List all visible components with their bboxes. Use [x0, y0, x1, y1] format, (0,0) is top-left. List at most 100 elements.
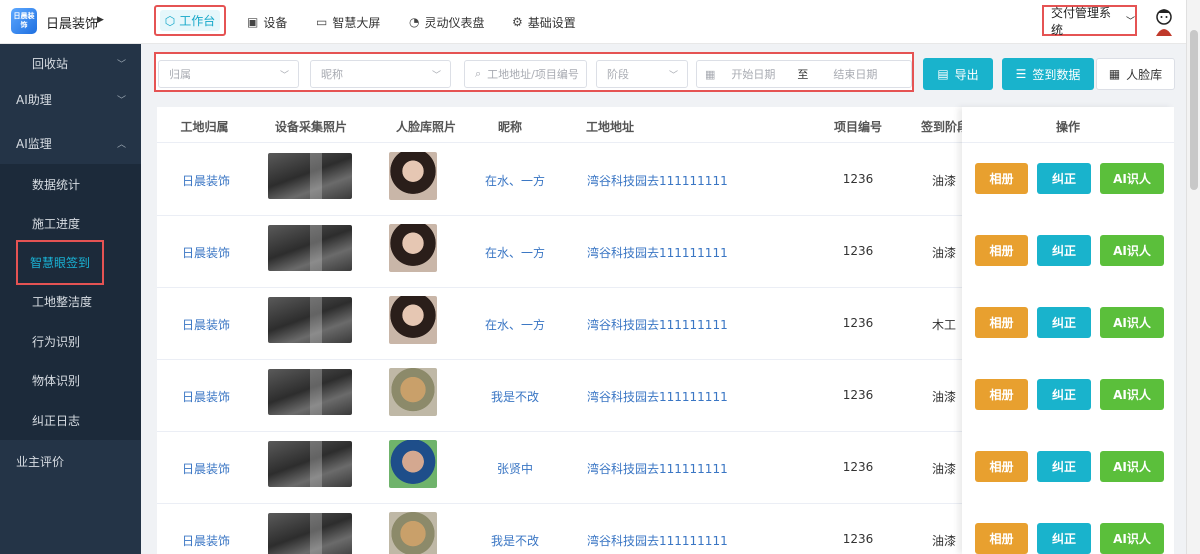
tab-workbench[interactable]: ⬡ 工作台	[160, 10, 220, 31]
cell-address[interactable]: 湾谷科技园去111111111	[587, 460, 728, 477]
album-button[interactable]: 相册	[975, 163, 1028, 194]
sidebar-item-smart-eye-checkin[interactable]: 智慧眼签到	[16, 240, 104, 285]
sidebar-item-label: 工地整洁度	[32, 294, 93, 309]
export-label: 导出	[954, 67, 979, 82]
album-button[interactable]: 相册	[975, 307, 1028, 338]
album-button[interactable]: 相册	[975, 523, 1028, 554]
checkin-data-button[interactable]: ☰ 签到数据	[1002, 58, 1094, 90]
nickname-placeholder: 昵称	[321, 68, 343, 81]
sidebar-item-ai-assistant[interactable]: AI助理 ﹀	[0, 80, 141, 118]
export-button[interactable]: ▤ 导出	[923, 58, 993, 90]
sidebar-item-tidiness[interactable]: 工地整洁度	[0, 282, 141, 320]
device-icon: ▣	[247, 15, 259, 29]
correct-button[interactable]: 纠正	[1037, 523, 1091, 554]
sidebar-item-label: AI监理	[16, 136, 52, 151]
file-icon: ▤	[937, 67, 949, 81]
album-button[interactable]: 相册	[975, 379, 1028, 410]
stage-placeholder: 阶段	[607, 68, 629, 81]
device-photo[interactable]	[268, 513, 352, 554]
caret-right-icon[interactable]: ▶	[97, 15, 104, 25]
ai-identify-button[interactable]: AI识人	[1100, 307, 1164, 338]
nickname-select[interactable]: 昵称 ﹀	[310, 60, 451, 88]
belong-select[interactable]: 归属 ﹀	[158, 60, 299, 88]
cell-address[interactable]: 湾谷科技园去111111111	[587, 316, 728, 333]
correct-button[interactable]: 纠正	[1037, 379, 1091, 410]
cell-belong[interactable]: 日晨装饰	[182, 172, 230, 189]
device-photo[interactable]	[268, 369, 352, 415]
sidebar-item-object[interactable]: 物体识别	[0, 361, 141, 399]
cell-stage: 油漆	[932, 462, 957, 476]
sidebar-item-label: 物体识别	[32, 373, 81, 388]
cell-address[interactable]: 湾谷科技园去111111111	[587, 172, 728, 189]
brand-name[interactable]: 日晨装饰	[46, 13, 98, 32]
correct-button[interactable]: 纠正	[1037, 163, 1091, 194]
cell-belong[interactable]: 日晨装饰	[182, 244, 230, 261]
ai-identify-button[interactable]: AI识人	[1100, 235, 1164, 266]
correct-button[interactable]: 纠正	[1037, 451, 1091, 482]
face-photo[interactable]	[389, 296, 437, 344]
list-icon: ☰	[1015, 67, 1027, 81]
tab-smart-screen[interactable]: ▭ 智慧大屏	[316, 13, 380, 31]
ai-identify-button[interactable]: AI识人	[1100, 523, 1164, 554]
sidebar-item-behavior[interactable]: 行为识别	[0, 322, 141, 360]
tab-devices[interactable]: ▣ 设备	[247, 13, 287, 31]
sidebar-item-statistics[interactable]: 数据统计	[0, 165, 141, 203]
cell-belong[interactable]: 日晨装饰	[182, 388, 230, 405]
stage-select[interactable]: 阶段 ﹀	[596, 60, 688, 88]
device-photo[interactable]	[268, 225, 352, 271]
address-search-input[interactable]: ⌕ 工地地址/项目编号	[464, 60, 587, 88]
app-logo[interactable]: 日晨装饰	[11, 8, 37, 34]
cell-address[interactable]: 湾谷科技园去111111111	[587, 244, 728, 261]
cell-nickname[interactable]: 在水、一方	[457, 316, 573, 333]
sidebar: 回收站 ﹀ AI助理 ﹀ AI监理 ︿ 数据统计 施工进度 智慧眼签到 工地整洁…	[0, 44, 141, 554]
system-select[interactable]: 交付管理系统 ﹀	[1042, 5, 1137, 37]
correct-button[interactable]: 纠正	[1037, 307, 1091, 338]
cell-nickname[interactable]: 在水、一方	[457, 172, 573, 189]
avatar[interactable]	[1152, 8, 1176, 36]
ai-identify-button[interactable]: AI识人	[1100, 163, 1164, 194]
scrollbar-thumb[interactable]	[1190, 30, 1198, 190]
cell-nickname[interactable]: 在水、一方	[457, 244, 573, 261]
album-button[interactable]: 相册	[975, 235, 1028, 266]
ai-identify-button[interactable]: AI识人	[1100, 379, 1164, 410]
tab-smart-screen-label: 智慧大屏	[332, 15, 381, 30]
col-nickname: 昵称	[497, 120, 522, 134]
device-photo[interactable]	[268, 297, 352, 343]
face-photo[interactable]	[389, 440, 437, 488]
sidebar-item-label: 智慧眼签到	[30, 256, 91, 270]
cell-address[interactable]: 湾谷科技园去111111111	[587, 388, 728, 405]
ai-identify-button[interactable]: AI识人	[1100, 451, 1164, 482]
face-photo[interactable]	[389, 368, 437, 416]
face-photo[interactable]	[389, 512, 437, 554]
tab-dashboard[interactable]: ◔ 灵动仪表盘	[409, 13, 485, 31]
date-range-picker[interactable]: ▦ 开始日期 至 结束日期	[696, 60, 912, 88]
sidebar-item-correction-log[interactable]: 纠正日志	[0, 401, 141, 439]
sidebar-item-progress[interactable]: 施工进度	[0, 204, 141, 242]
scrollbar[interactable]	[1186, 0, 1200, 554]
cell-project-no: 1236	[842, 532, 874, 546]
sidebar-item-owner-review[interactable]: 业主评价	[0, 442, 141, 480]
album-button[interactable]: 相册	[975, 451, 1028, 482]
tab-dashboard-label: 灵动仪表盘	[424, 15, 485, 30]
start-date-placeholder: 开始日期	[731, 68, 776, 81]
sidebar-item-ai-supervision[interactable]: AI监理 ︿	[0, 124, 141, 162]
filter-bar: 归属 ﹀ 昵称 ﹀ ⌕ 工地地址/项目编号 阶段 ﹀ ▦ 开始日期 至 结束日期	[154, 52, 914, 92]
cell-belong[interactable]: 日晨装饰	[182, 532, 230, 549]
face-photo[interactable]	[389, 224, 437, 272]
tab-basic-settings[interactable]: ⚙ 基础设置	[512, 13, 576, 31]
cell-nickname[interactable]: 张贤中	[457, 460, 573, 477]
cell-belong[interactable]: 日晨装饰	[182, 460, 230, 477]
device-photo[interactable]	[268, 441, 352, 487]
face-photo[interactable]	[389, 152, 437, 200]
sidebar-item-label: 回收站	[32, 56, 69, 71]
cell-nickname[interactable]: 我是不改	[457, 388, 573, 405]
face-library-button[interactable]: ▦ 人脸库	[1096, 58, 1175, 90]
cell-belong[interactable]: 日晨装饰	[182, 316, 230, 333]
col-belong: 工地归属	[180, 120, 229, 134]
correct-button[interactable]: 纠正	[1037, 235, 1091, 266]
sidebar-item-recycle[interactable]: 回收站 ﹀	[0, 44, 141, 82]
cell-stage: 油漆	[932, 246, 957, 260]
device-photo[interactable]	[268, 153, 352, 199]
cell-nickname[interactable]: 我是不改	[457, 532, 573, 549]
cell-address[interactable]: 湾谷科技园去111111111	[587, 532, 728, 549]
